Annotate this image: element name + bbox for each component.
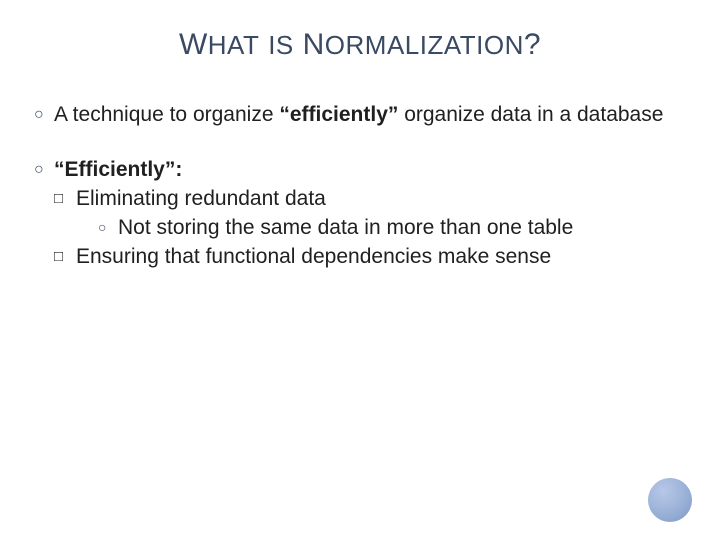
bullet-item: ○ “Efficiently”: □ Eliminating redundant… bbox=[34, 157, 686, 271]
sub-sub-bullet: ○ Not storing the same data in more than… bbox=[76, 215, 686, 242]
title-sp1 bbox=[259, 28, 268, 61]
slide-content: ○ A technique to organize “efficiently” … bbox=[0, 62, 720, 270]
sub-bullet: □ Ensuring that functional dependencies … bbox=[54, 244, 686, 271]
text-run: Eliminating redundant data bbox=[76, 187, 326, 210]
text-run: organize data in a database bbox=[398, 103, 663, 126]
bullet-text: A technique to organize “efficiently” or… bbox=[54, 102, 686, 129]
slide: WHAT IS NORMALIZATION? ○ A technique to … bbox=[0, 0, 720, 540]
text-run-bold: “efficiently” bbox=[279, 103, 398, 126]
sub-sub-bullet-text: Not storing the same data in more than o… bbox=[118, 215, 686, 242]
title-is: IS bbox=[268, 30, 294, 60]
title-ormalization: ORMALIZATION bbox=[325, 30, 524, 60]
bullet-item: ○ A technique to organize “efficiently” … bbox=[34, 102, 686, 129]
donut-icon: ○ bbox=[34, 157, 54, 271]
sub-bullet-text: Ensuring that functional dependencies ma… bbox=[76, 244, 686, 271]
bullet-text: “Efficiently”: □ Eliminating redundant d… bbox=[54, 157, 686, 271]
decorative-sphere bbox=[648, 478, 692, 522]
square-icon: □ bbox=[54, 186, 76, 242]
title-W: W bbox=[179, 28, 208, 61]
text-run-bold: “Efficiently”: bbox=[54, 158, 182, 181]
title-N: N bbox=[303, 28, 325, 61]
donut-icon: ○ bbox=[98, 215, 118, 242]
title-q: ? bbox=[524, 28, 541, 61]
sub-bullet-text: Eliminating redundant data ○ Not storing… bbox=[76, 186, 686, 242]
square-icon: □ bbox=[54, 244, 76, 271]
donut-icon: ○ bbox=[34, 102, 54, 129]
slide-title: WHAT IS NORMALIZATION? bbox=[0, 0, 720, 62]
title-hat: HAT bbox=[208, 30, 260, 60]
text-run: A technique to organize bbox=[54, 103, 279, 126]
title-sp2 bbox=[294, 28, 303, 61]
sub-bullet: □ Eliminating redundant data ○ Not stori… bbox=[54, 186, 686, 242]
